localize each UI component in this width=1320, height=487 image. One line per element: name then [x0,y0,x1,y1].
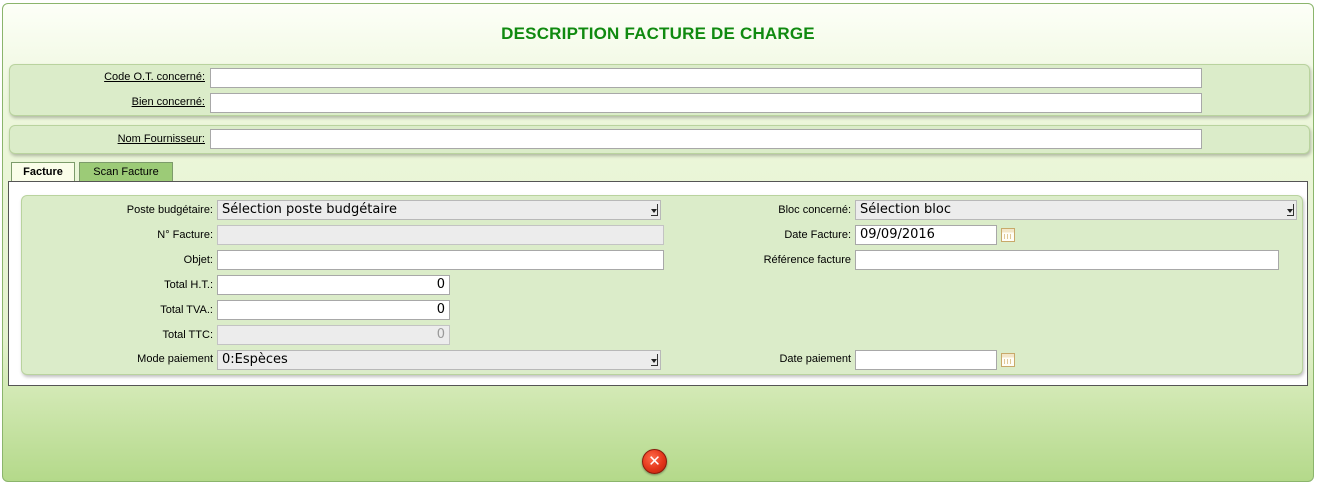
invoice-form-panel: Poste budgétaire: Sélection poste budgét… [21,195,1303,375]
date-facture-label: Date Facture: [784,229,851,241]
mode-paiement-value: 0:Espèces [222,352,288,367]
bien-input[interactable] [210,93,1202,113]
numero-facture-label: N° Facture: [157,229,213,241]
calendar-icon[interactable] [1001,353,1015,367]
total-tva-input[interactable]: 0 [217,300,450,320]
dialog-title: DESCRIPTION FACTURE DE CHARGE [501,24,815,43]
bien-label: Bien concerné: [131,96,205,108]
close-icon: ✕ [648,452,661,470]
poste-budgetaire-label: Poste budgétaire: [126,204,213,216]
total-ht-label: Total H.T.: [164,279,213,291]
calendar-icon[interactable] [1001,228,1015,242]
chevron-down-icon [651,204,658,216]
objet-input[interactable] [217,250,664,270]
code-ot-label: Code O.T. concerné: [104,71,205,83]
nom-fournisseur-input[interactable] [210,129,1202,149]
chevron-down-icon [651,354,658,366]
reference-facture-input[interactable] [855,250,1279,270]
supplier-panel: Nom Fournisseur: [9,125,1310,154]
date-paiement-label: Date paiement [779,353,851,365]
date-facture-input[interactable]: 09/09/2016 [855,225,997,245]
code-ot-input[interactable] [210,68,1202,88]
total-tva-label: Total TVA.: [160,304,213,316]
nom-fournisseur-label: Nom Fournisseur: [117,133,205,145]
mode-paiement-label: Mode paiement [137,353,213,365]
total-ttc-input: 0 [217,325,450,345]
chevron-down-icon [1287,204,1294,216]
tab-scan-facture[interactable]: Scan Facture [79,162,173,182]
tab-facture[interactable]: Facture [11,162,75,183]
total-ttc-label: Total TTC: [162,329,213,341]
header-panel: Code O.T. concerné: Bien concerné: [9,64,1310,116]
bloc-label: Bloc concerné: [778,204,851,216]
total-ht-input[interactable]: 0 [217,275,450,295]
date-paiement-input[interactable] [855,350,997,370]
poste-budgetaire-value: Sélection poste budgétaire [222,202,397,217]
numero-facture-input [217,225,664,245]
close-button[interactable]: ✕ [642,449,667,474]
objet-label: Objet: [183,254,213,266]
bloc-value: Sélection bloc [860,202,952,217]
poste-budgetaire-select[interactable]: Sélection poste budgétaire [217,200,661,220]
bloc-select[interactable]: Sélection bloc [855,200,1297,220]
reference-facture-label: Référence facture [763,254,851,266]
mode-paiement-select[interactable]: 0:Espèces [217,350,661,370]
